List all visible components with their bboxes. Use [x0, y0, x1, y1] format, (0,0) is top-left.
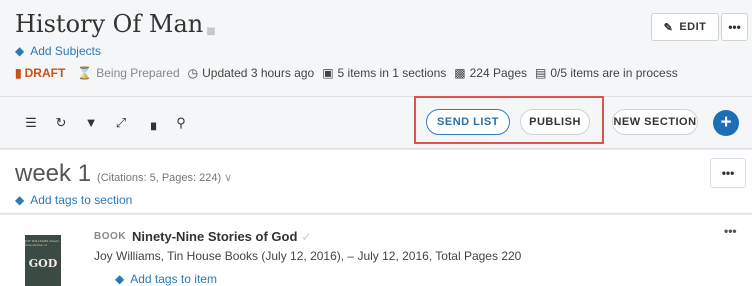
add-subjects-link[interactable]: ◆ Add Subjects [15, 44, 101, 58]
open-book-icon: ▩ [454, 66, 466, 80]
pencil-icon: ✎ [663, 21, 674, 34]
clock-icon: ◷ [187, 66, 199, 80]
add-item-button[interactable]: + [713, 110, 739, 136]
file-icon: ▮ [15, 66, 22, 80]
list-toolbar: ☰ ↻ ▼ ⤢ ▗ ⚲ SEND LIST PUBLISH NEW SECTIO… [0, 97, 752, 149]
page-title: History Of Man ■ [15, 10, 216, 38]
check-icon: ✓ [301, 229, 312, 244]
list-header: History Of Man ■ ✎ EDIT ••• ◆ Add Subject… [0, 0, 752, 97]
new-section-button[interactable]: NEW SECTION [612, 109, 698, 135]
lock-icon: ■ [206, 26, 216, 37]
header-more-button[interactable]: ••• [721, 13, 748, 41]
bar-chart-icon[interactable]: ▗ [144, 115, 158, 131]
edit-label: EDIT [679, 21, 707, 33]
list-alt-icon: ▤ [535, 66, 547, 80]
list-icon[interactable]: ☰ [24, 115, 38, 131]
toolbar-icons: ☰ ↻ ▼ ⤢ ▗ ⚲ [24, 115, 188, 131]
cover-title: GOD [28, 257, 58, 270]
draft-badge: ▮ DRAFT [15, 66, 65, 80]
section-name: week 1 [15, 160, 92, 187]
items-status: ▣ 5 items in 1 sections [322, 66, 446, 80]
hourglass-icon: ⌛ [77, 66, 93, 80]
updated-label: Updated 3 hours ago [202, 66, 315, 80]
page-title-text: History Of Man [15, 10, 204, 38]
add-tags-section-label: Add tags to section [30, 193, 133, 207]
draft-label: DRAFT [24, 66, 66, 80]
process-status: ▤ 0/5 items are in process [535, 66, 678, 80]
item-details: Joy Williams, Tin House Books (July 12, … [94, 249, 522, 263]
search-icon[interactable]: ⚲ [174, 115, 188, 131]
section-title[interactable]: week 1 (Citations: 5, Pages: 224) ∨ [15, 160, 232, 188]
refresh-icon[interactable]: ↻ [54, 115, 68, 131]
item-heading: BOOK Ninety-Nine Stories of God ✓ [94, 229, 311, 244]
compress-icon[interactable]: ⤢ [114, 115, 128, 131]
pages-status: ▩ 224 Pages [454, 66, 527, 80]
pages-label: 224 Pages [469, 66, 527, 80]
tag-icon: ◆ [115, 272, 125, 286]
cover-text: JOY WILLIAMS ninety-nine stories of [25, 239, 60, 247]
add-subjects-label: Add Subjects [30, 44, 101, 58]
section-meta: (Citations: 5, Pages: 224) [97, 172, 222, 184]
prepared-status: ⌛ Being Prepared [77, 66, 179, 80]
section-header: week 1 (Citations: 5, Pages: 224) ∨ ◆ Ad… [0, 150, 752, 214]
edit-button[interactable]: ✎ EDIT [651, 13, 719, 41]
items-label: 5 items in 1 sections [337, 66, 447, 80]
item-more-button[interactable]: ••• [724, 224, 737, 238]
add-tags-item-link[interactable]: ◆ Add tags to item [115, 272, 217, 286]
status-bar: ▮ DRAFT ⌛ Being Prepared ◷ Updated 3 hou… [15, 66, 686, 80]
updated-status: ◷ Updated 3 hours ago [188, 66, 315, 80]
prepared-label: Being Prepared [96, 66, 180, 80]
book-icon: ▣ [322, 66, 334, 80]
section-more-button[interactable]: ••• [710, 158, 746, 188]
chevron-down-icon[interactable]: ∨ [224, 171, 232, 184]
filter-icon[interactable]: ▼ [84, 115, 98, 131]
tag-icon: ◆ [15, 193, 25, 207]
process-label: 0/5 items are in process [550, 66, 678, 80]
book-cover: JOY WILLIAMS ninety-nine stories of GOD [25, 235, 61, 286]
add-tags-section-link[interactable]: ◆ Add tags to section [15, 193, 132, 207]
item-type-label: BOOK [94, 231, 126, 242]
highlight-box [414, 96, 604, 144]
add-tags-item-label: Add tags to item [130, 272, 217, 286]
item-title[interactable]: Ninety-Nine Stories of God [132, 229, 297, 244]
tag-icon: ◆ [15, 44, 25, 58]
